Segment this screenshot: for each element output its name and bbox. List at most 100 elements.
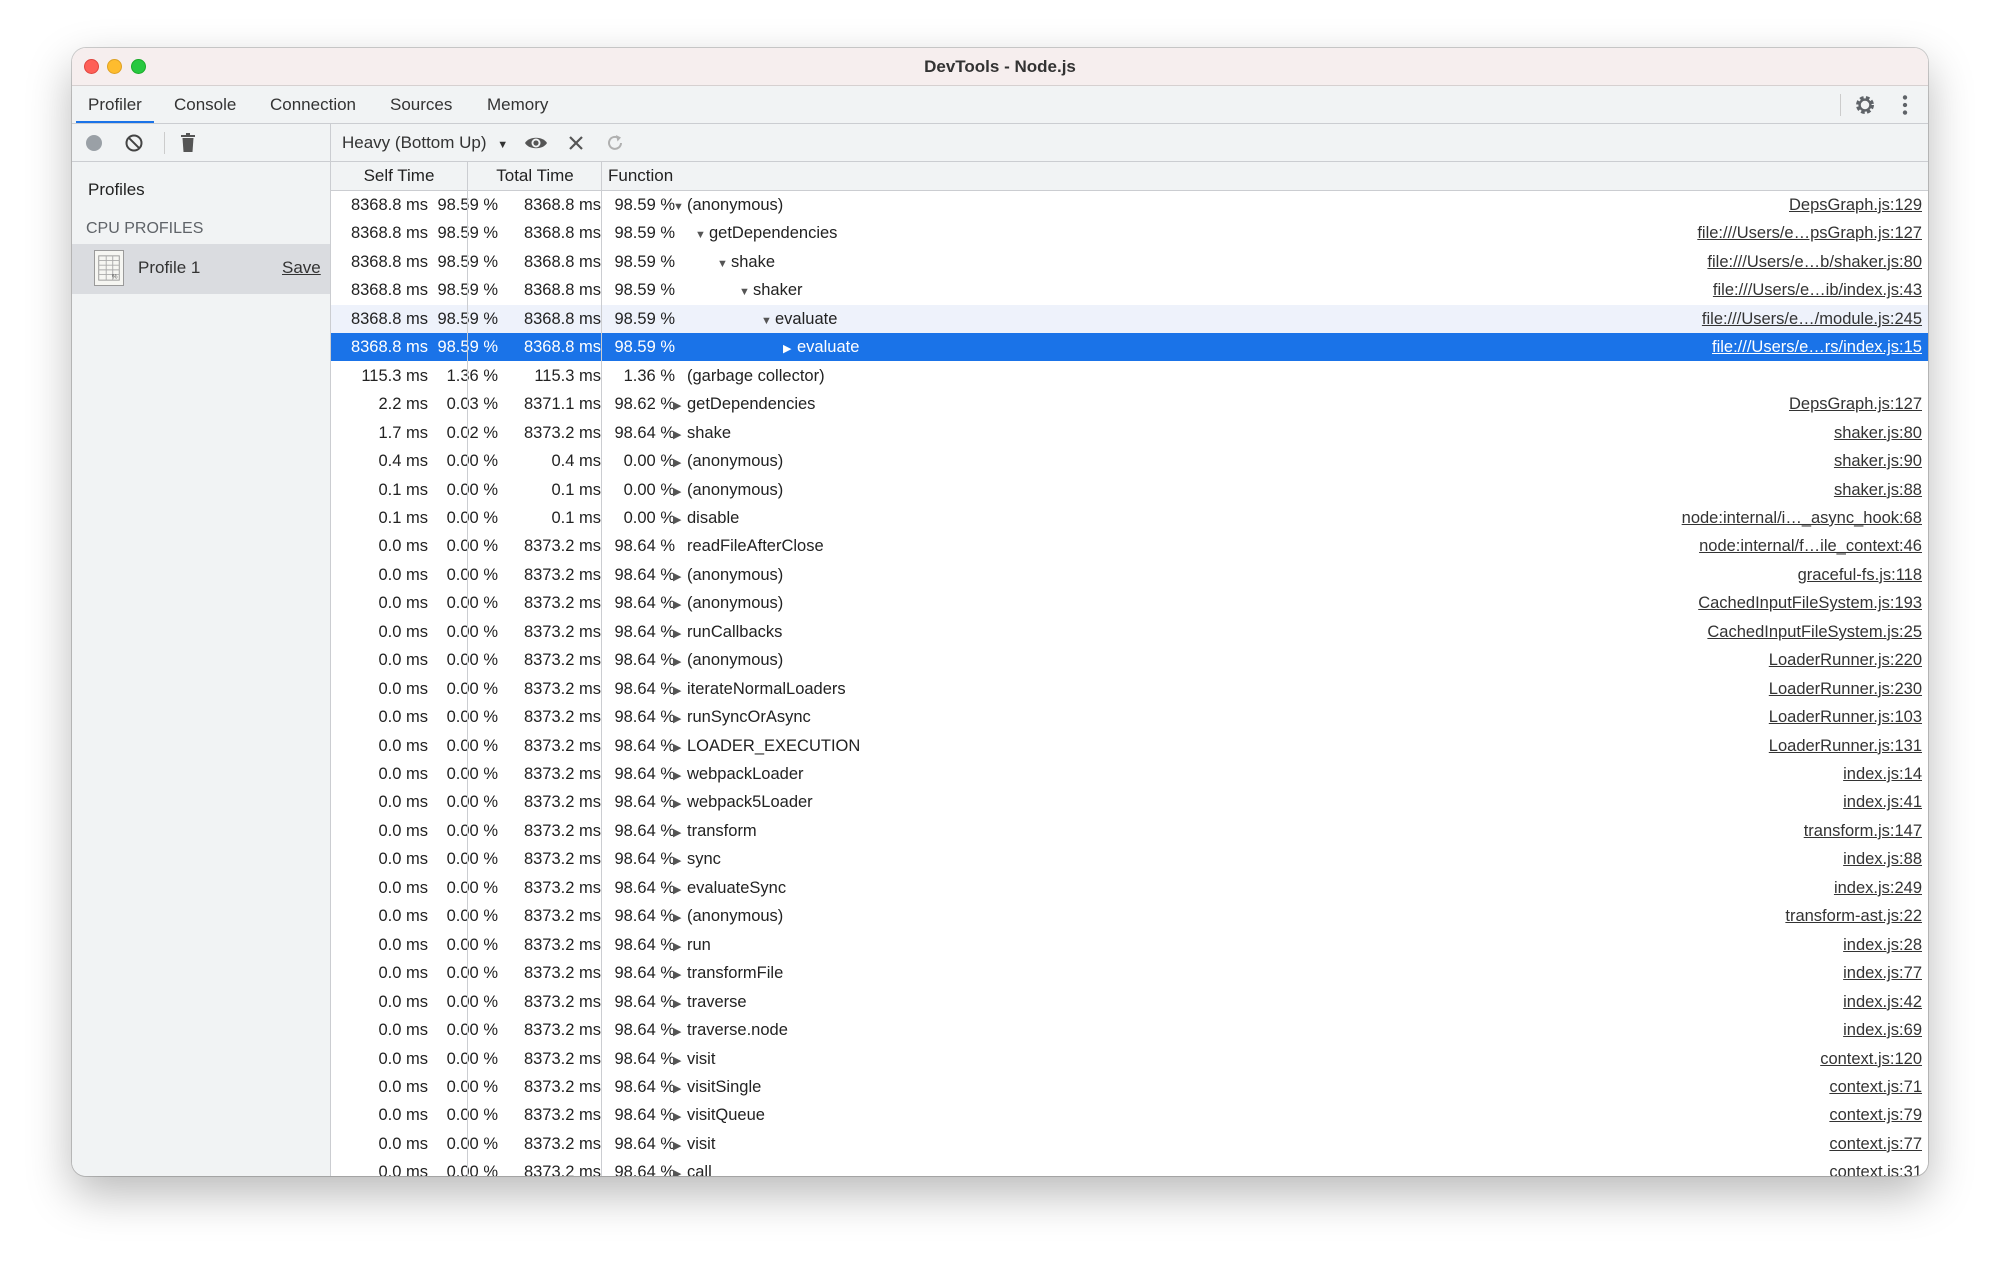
- table-row[interactable]: 0.0 ms 0.00 % 8373.2 ms 98.64 % ▶ iterateNorm…: [331, 675, 1928, 703]
- source-link[interactable]: shaker.js:90: [1834, 447, 1922, 475]
- collapsed-triangle-icon[interactable]: ▶: [673, 990, 687, 1018]
- source-link[interactable]: context.js:79: [1829, 1101, 1922, 1129]
- source-link[interactable]: LoaderRunner.js:131: [1769, 732, 1922, 760]
- collapsed-triangle-icon[interactable]: ▶: [673, 847, 687, 875]
- source-link[interactable]: LoaderRunner.js:230: [1769, 675, 1922, 703]
- expanded-triangle-icon[interactable]: ▼: [673, 193, 687, 221]
- table-row[interactable]: 0.0 ms 0.00 % 8373.2 ms 98.64 % ▶ webpackLoad…: [331, 760, 1928, 788]
- table-row[interactable]: 8368.8 ms 98.59 % 8368.8 ms 98.59 % ▼ (anonym…: [331, 191, 1928, 219]
- table-row[interactable]: 0.0 ms 0.00 % 8373.2 ms 98.64 % ▶ runCallback…: [331, 618, 1928, 646]
- collapsed-triangle-icon[interactable]: ▶: [673, 648, 687, 676]
- source-link[interactable]: LoaderRunner.js:220: [1769, 646, 1922, 674]
- collapsed-triangle-icon[interactable]: ▶: [673, 1132, 687, 1160]
- table-row[interactable]: 0.0 ms 0.00 % 8373.2 ms 98.64 % ▶ call context…: [331, 1158, 1928, 1176]
- expanded-triangle-icon[interactable]: ▼: [739, 278, 753, 306]
- collapsed-triangle-icon[interactable]: ▶: [673, 1047, 687, 1075]
- total-time-header[interactable]: Total Time: [468, 162, 602, 190]
- source-link[interactable]: file:///Users/e…rs/index.js:15: [1712, 333, 1922, 361]
- save-profile-link[interactable]: Save: [282, 258, 321, 278]
- table-row[interactable]: 0.0 ms 0.00 % 8373.2 ms 98.64 % ▶ (anonymous)…: [331, 561, 1928, 589]
- source-link[interactable]: index.js:88: [1843, 845, 1922, 873]
- source-link[interactable]: index.js:41: [1843, 788, 1922, 816]
- table-row[interactable]: 0.0 ms 0.00 % 8373.2 ms 98.64 % ▶ traverse.no…: [331, 1016, 1928, 1044]
- expanded-triangle-icon[interactable]: ▼: [695, 221, 709, 249]
- table-row[interactable]: 0.0 ms 0.00 % 8373.2 ms 98.64 % ▶ LOADER_EXEC…: [331, 732, 1928, 760]
- source-link[interactable]: shaker.js:88: [1834, 476, 1922, 504]
- trash-icon[interactable]: [178, 132, 198, 154]
- table-row[interactable]: 0.0 ms 0.00 % 8373.2 ms 98.64 % ▶ visitQueue c…: [331, 1101, 1928, 1129]
- source-link[interactable]: file:///Users/e…/module.js:245: [1702, 305, 1922, 333]
- function-header[interactable]: Function: [608, 162, 673, 190]
- source-link[interactable]: index.js:42: [1843, 988, 1922, 1016]
- collapsed-triangle-icon[interactable]: ▶: [673, 933, 687, 961]
- view-select[interactable]: Heavy (Bottom Up) ▼: [342, 124, 508, 161]
- table-row[interactable]: 0.0 ms 0.00 % 8373.2 ms 98.64 % ▶ traverse ind…: [331, 988, 1928, 1016]
- collapsed-triangle-icon[interactable]: ▶: [673, 705, 687, 733]
- collapsed-triangle-icon[interactable]: ▶: [673, 762, 687, 790]
- gear-icon[interactable]: [1852, 92, 1878, 118]
- collapsed-triangle-icon[interactable]: ▶: [673, 1075, 687, 1103]
- source-link[interactable]: context.js:31: [1829, 1158, 1922, 1176]
- collapsed-triangle-icon[interactable]: ▶: [673, 819, 687, 847]
- clear-icon[interactable]: [124, 133, 144, 153]
- source-link[interactable]: node:internal/i…_async_hook:68: [1682, 504, 1922, 532]
- source-link[interactable]: CachedInputFileSystem.js:25: [1707, 618, 1922, 646]
- expanded-triangle-icon[interactable]: ▼: [717, 250, 731, 278]
- tab-sources[interactable]: Sources: [378, 86, 464, 123]
- source-link[interactable]: transform-ast.js:22: [1785, 902, 1922, 930]
- source-link[interactable]: context.js:120: [1820, 1045, 1922, 1073]
- tab-connection[interactable]: Connection: [258, 86, 368, 123]
- source-link[interactable]: LoaderRunner.js:103: [1769, 703, 1922, 731]
- more-options-icon[interactable]: [1892, 92, 1918, 118]
- table-row[interactable]: 0.0 ms 0.00 % 8373.2 ms 98.64 % ▶ visit contex…: [331, 1045, 1928, 1073]
- table-row[interactable]: 0.1 ms 0.00 % 0.1 ms 0.00 % ▶ disable node:int…: [331, 504, 1928, 532]
- collapsed-triangle-icon[interactable]: ▶: [673, 677, 687, 705]
- collapsed-triangle-icon[interactable]: ▶: [673, 734, 687, 762]
- table-row[interactable]: 0.0 ms 0.00 % 8373.2 ms 98.64 % ▶ run index.js…: [331, 931, 1928, 959]
- table-row[interactable]: 0.0 ms 0.00 % 8373.2 ms 98.64 % ▶ (anonymous)…: [331, 589, 1928, 617]
- table-row[interactable]: 0.4 ms 0.00 % 0.4 ms 0.00 % ▶ (anonymous) shak…: [331, 447, 1928, 475]
- tab-memory[interactable]: Memory: [475, 86, 560, 123]
- table-row[interactable]: 0.0 ms 0.00 % 8373.2 ms 98.64 % ▶ sync index.j…: [331, 845, 1928, 873]
- table-row[interactable]: 8368.8 ms 98.59 % 8368.8 ms 98.59 % ▼ evaluat…: [331, 304, 1928, 333]
- tab-profiler[interactable]: Profiler: [76, 86, 154, 123]
- collapsed-triangle-icon[interactable]: ▶: [673, 876, 687, 904]
- table-row[interactable]: 1.7 ms 0.02 % 8373.2 ms 98.64 % ▶ shake shaker…: [331, 419, 1928, 447]
- source-link[interactable]: DepsGraph.js:127: [1789, 390, 1922, 418]
- source-link[interactable]: context.js:77: [1829, 1130, 1922, 1158]
- collapsed-triangle-icon[interactable]: ▶: [673, 904, 687, 932]
- table-row[interactable]: 0.0 ms 0.00 % 8373.2 ms 98.64 % ▶ webpack5Loa…: [331, 788, 1928, 816]
- source-link[interactable]: index.js:14: [1843, 760, 1922, 788]
- table-row[interactable]: 8368.8 ms 98.59 % 8368.8 ms 98.59 % ▼ getDepe…: [331, 219, 1928, 247]
- collapsed-triangle-icon[interactable]: ▶: [673, 563, 687, 591]
- exclude-close-icon[interactable]: [567, 134, 585, 152]
- source-link[interactable]: context.js:71: [1829, 1073, 1922, 1101]
- source-link[interactable]: index.js:77: [1843, 959, 1922, 987]
- table-row[interactable]: 8368.8 ms 98.59 % 8368.8 ms 98.59 % ▶ evaluat…: [331, 333, 1928, 363]
- source-link[interactable]: file:///Users/e…b/shaker.js:80: [1707, 248, 1922, 276]
- collapsed-triangle-icon[interactable]: ▶: [673, 1103, 687, 1131]
- collapsed-triangle-icon[interactable]: ▶: [673, 449, 687, 477]
- source-link[interactable]: index.js:69: [1843, 1016, 1922, 1044]
- source-link[interactable]: file:///Users/e…ib/index.js:43: [1713, 276, 1922, 304]
- source-link[interactable]: graceful-fs.js:118: [1798, 561, 1922, 589]
- table-row[interactable]: 115.3 ms 1.36 % 115.3 ms 1.36 % (garbage col…: [331, 362, 1928, 390]
- collapsed-triangle-icon[interactable]: ▶: [673, 421, 687, 449]
- collapsed-triangle-icon[interactable]: ▶: [673, 790, 687, 818]
- record-icon[interactable]: [84, 133, 104, 153]
- table-row[interactable]: 2.2 ms 0.03 % 8371.1 ms 98.62 % ▶ getDependen…: [331, 390, 1928, 418]
- table-row[interactable]: 0.0 ms 0.00 % 8373.2 ms 98.64 % ▶ evaluateSyn…: [331, 874, 1928, 902]
- table-row[interactable]: 8368.8 ms 98.59 % 8368.8 ms 98.59 % ▼ shaker f…: [331, 276, 1928, 304]
- table-row[interactable]: 0.0 ms 0.00 % 8373.2 ms 98.64 % ▶ visitSingle…: [331, 1073, 1928, 1101]
- restore-icon[interactable]: [605, 133, 625, 153]
- eye-icon[interactable]: [524, 132, 548, 154]
- table-row[interactable]: 0.0 ms 0.00 % 8373.2 ms 98.64 % ▶ transformFi…: [331, 959, 1928, 987]
- source-link[interactable]: index.js:28: [1843, 931, 1922, 959]
- source-link[interactable]: DepsGraph.js:129: [1789, 191, 1922, 219]
- table-row[interactable]: 0.0 ms 0.00 % 8373.2 ms 98.64 % ▶ (anonymous)…: [331, 902, 1928, 930]
- tab-console[interactable]: Console: [162, 86, 248, 123]
- collapsed-triangle-icon[interactable]: ▶: [673, 392, 687, 420]
- collapsed-triangle-icon[interactable]: ▶: [783, 335, 797, 363]
- source-link[interactable]: transform.js:147: [1804, 817, 1922, 845]
- source-link[interactable]: file:///Users/e…psGraph.js:127: [1697, 219, 1922, 247]
